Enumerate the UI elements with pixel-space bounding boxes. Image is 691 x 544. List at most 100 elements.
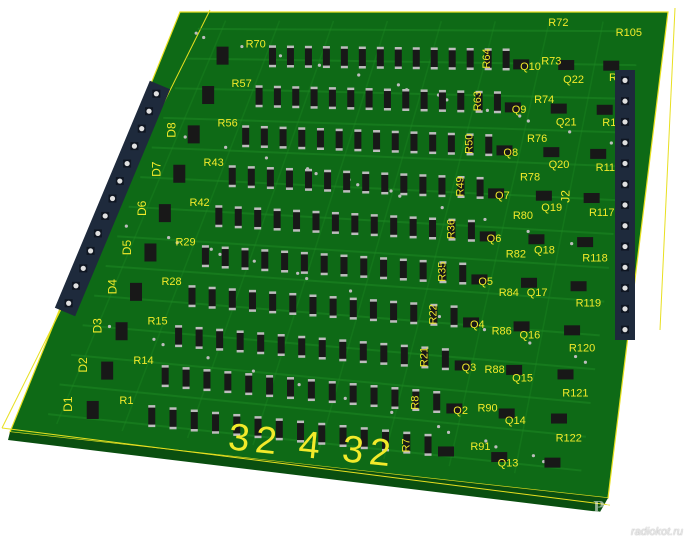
smd-pad bbox=[466, 67, 474, 70]
smd-pad bbox=[429, 132, 437, 135]
smd-pad bbox=[420, 108, 428, 112]
header-pin bbox=[153, 91, 159, 97]
smd-pad bbox=[298, 335, 306, 339]
smd-pad bbox=[369, 318, 377, 322]
smd-resistor bbox=[459, 264, 467, 283]
header-pin bbox=[622, 243, 628, 250]
header-pin bbox=[146, 108, 152, 114]
smd-resistor bbox=[354, 131, 362, 150]
resistor-label: R122 bbox=[556, 433, 582, 445]
smd-resistor bbox=[298, 129, 306, 148]
smd-pad bbox=[242, 144, 250, 148]
smd-resistor bbox=[402, 90, 410, 109]
resistor-label: R120 bbox=[569, 342, 595, 354]
smd-resistor bbox=[328, 89, 336, 108]
smd-pad bbox=[234, 225, 242, 229]
smd-resistor bbox=[438, 177, 446, 196]
resistor-label: R91 bbox=[470, 441, 490, 453]
header-pin bbox=[622, 306, 628, 312]
smd-pad bbox=[273, 85, 281, 89]
resistor-label: R14 bbox=[133, 355, 153, 367]
via bbox=[296, 271, 300, 275]
smd-pad bbox=[248, 309, 256, 312]
smd-pad bbox=[419, 259, 427, 263]
smd-pad bbox=[241, 247, 249, 251]
smd-pad bbox=[224, 371, 232, 374]
smd-resistor bbox=[273, 87, 281, 106]
smd-pad bbox=[447, 132, 455, 136]
header-pin bbox=[622, 264, 628, 270]
smd-resistor bbox=[182, 369, 190, 388]
smd-pad bbox=[394, 66, 402, 70]
transistor-label: Q2 bbox=[453, 405, 468, 417]
smd-pad bbox=[459, 262, 467, 266]
smd-pad bbox=[402, 88, 410, 92]
via bbox=[389, 189, 393, 193]
header-pin bbox=[622, 77, 628, 83]
smd-pad bbox=[318, 337, 326, 341]
smd-pad bbox=[236, 330, 244, 333]
smd-pad bbox=[331, 231, 339, 234]
smd-resistor bbox=[466, 49, 474, 68]
smd-pad bbox=[242, 125, 250, 128]
transistor-label: Q7 bbox=[495, 190, 510, 202]
diode-label: D8 bbox=[165, 122, 179, 138]
smd-pad bbox=[292, 105, 300, 109]
smd-resistor bbox=[447, 134, 455, 153]
smd-pad bbox=[310, 86, 318, 90]
smd-pad bbox=[438, 194, 446, 198]
diode-body bbox=[216, 46, 229, 65]
smd-pad bbox=[438, 89, 446, 93]
smd-pad bbox=[376, 46, 384, 50]
smd-pad bbox=[285, 167, 293, 171]
smd-resistor bbox=[242, 127, 250, 146]
resistor-label: R49 bbox=[454, 176, 466, 196]
smd-resistor bbox=[369, 301, 377, 320]
smd-pad bbox=[370, 233, 378, 237]
smd-pad bbox=[279, 146, 287, 149]
via bbox=[317, 63, 322, 67]
smd-pad bbox=[316, 147, 324, 150]
smd-pad bbox=[293, 229, 301, 232]
smd-pad bbox=[400, 192, 408, 196]
smd-pad bbox=[476, 196, 484, 199]
header-pin bbox=[66, 300, 72, 306]
smd-component bbox=[564, 325, 581, 336]
smd-pad bbox=[448, 47, 456, 51]
smd-pad bbox=[195, 326, 203, 330]
smd-resistor bbox=[362, 173, 370, 192]
smd-pad bbox=[257, 332, 265, 335]
smd-pad bbox=[409, 235, 417, 239]
smd-resistor bbox=[429, 134, 437, 153]
smd-pad bbox=[466, 47, 474, 51]
smd-resistor bbox=[433, 393, 441, 412]
smd-pad bbox=[340, 274, 348, 277]
via bbox=[573, 354, 578, 359]
via bbox=[570, 242, 574, 246]
via bbox=[440, 206, 444, 210]
smd-pad bbox=[254, 207, 262, 210]
smd-pad bbox=[300, 271, 308, 274]
smd-resistor bbox=[410, 133, 418, 152]
smd-pad bbox=[286, 45, 294, 49]
resistor-label: R72 bbox=[548, 17, 568, 29]
smd-pad bbox=[292, 86, 300, 89]
smd-resistor bbox=[228, 167, 236, 186]
header-pin bbox=[102, 213, 108, 219]
smd-pad bbox=[410, 321, 418, 325]
smd-pad bbox=[212, 411, 220, 415]
smd-pad bbox=[467, 239, 475, 242]
via bbox=[297, 382, 301, 387]
via bbox=[218, 252, 222, 256]
smd-pad bbox=[328, 106, 336, 110]
smd-pad bbox=[215, 205, 223, 208]
via bbox=[161, 343, 165, 347]
smd-pad bbox=[331, 211, 339, 215]
watermark-site: radiokot.ru bbox=[631, 526, 683, 538]
smd-resistor bbox=[241, 249, 249, 268]
smd-resistor bbox=[381, 174, 389, 193]
smd-pad bbox=[269, 310, 277, 314]
smd-component bbox=[438, 446, 455, 457]
via bbox=[152, 337, 156, 341]
smd-pad bbox=[390, 320, 398, 323]
